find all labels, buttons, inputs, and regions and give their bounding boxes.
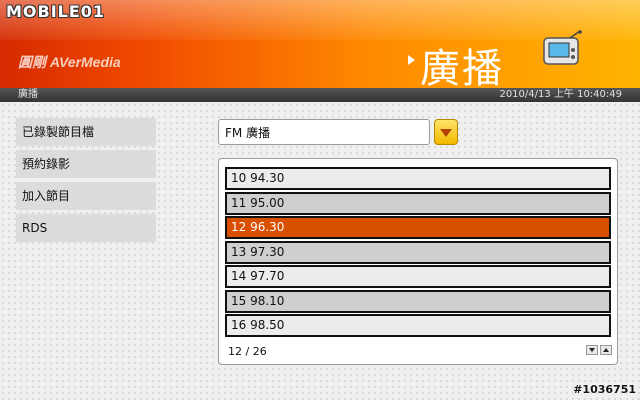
channel-row[interactable]: 13 97.30 bbox=[225, 240, 611, 264]
watermark: #1036751 bbox=[573, 383, 636, 396]
radio-icon bbox=[543, 30, 582, 65]
source-dropdown-button[interactable] bbox=[434, 119, 458, 145]
source-select[interactable]: FM 廣播 bbox=[218, 119, 430, 145]
sidebar-item-recordings[interactable]: 已錄製節目檔 bbox=[16, 118, 156, 146]
channel-list[interactable]: 10 94.30 11 95.00 12 96.30 13 97.30 14 97.70… bbox=[218, 158, 618, 365]
scroll-controls bbox=[586, 345, 614, 356]
channel-rows: 10 94.30 11 95.00 12 96.30 13 97.30 14 97.70… bbox=[225, 167, 611, 339]
breadcrumb: 廣播 bbox=[18, 89, 38, 100]
sidebar: 已錄製節目檔 預約錄影 加入節目 RDS bbox=[16, 118, 156, 246]
status-bar: 廣播 2010/4/13 上午 10:40:49 bbox=[0, 88, 640, 102]
arrow-up-icon bbox=[603, 348, 609, 352]
scroll-down-button[interactable] bbox=[586, 345, 598, 355]
channel-row[interactable]: 10 94.30 bbox=[225, 167, 611, 190]
brand-logo: 圓剛 AVerMedia bbox=[18, 54, 121, 70]
app-header: MOBILE01 圓剛 AVerMedia 廣播 bbox=[0, 0, 640, 88]
arrow-down-icon bbox=[589, 348, 595, 352]
chevron-down-icon bbox=[440, 129, 452, 137]
channel-row[interactable]: 15 98.10 bbox=[225, 289, 611, 313]
page-title: 廣播 bbox=[420, 46, 504, 88]
sidebar-item-add-program[interactable]: 加入節目 bbox=[16, 182, 156, 210]
sidebar-item-scheduled-recording[interactable]: 預約錄影 bbox=[16, 150, 156, 178]
site-logo: MOBILE01 bbox=[6, 2, 106, 21]
sidebar-item-rds[interactable]: RDS bbox=[16, 214, 156, 242]
scroll-up-button[interactable] bbox=[600, 345, 612, 355]
channel-row[interactable]: 14 97.70 bbox=[225, 265, 611, 288]
channel-row[interactable]: 11 95.00 bbox=[225, 191, 611, 215]
arrow-marker-icon bbox=[408, 55, 415, 65]
datetime-display: 2010/4/13 上午 10:40:49 bbox=[499, 89, 622, 100]
main-panel: 已錄製節目檔 預約錄影 加入節目 RDS FM 廣播 10 94.30 11 95… bbox=[0, 102, 640, 400]
channel-row[interactable]: 12 96.30 bbox=[225, 216, 611, 239]
channel-row[interactable]: 16 98.50 bbox=[225, 314, 611, 337]
page-indicator: 12 / 26 bbox=[228, 345, 267, 358]
